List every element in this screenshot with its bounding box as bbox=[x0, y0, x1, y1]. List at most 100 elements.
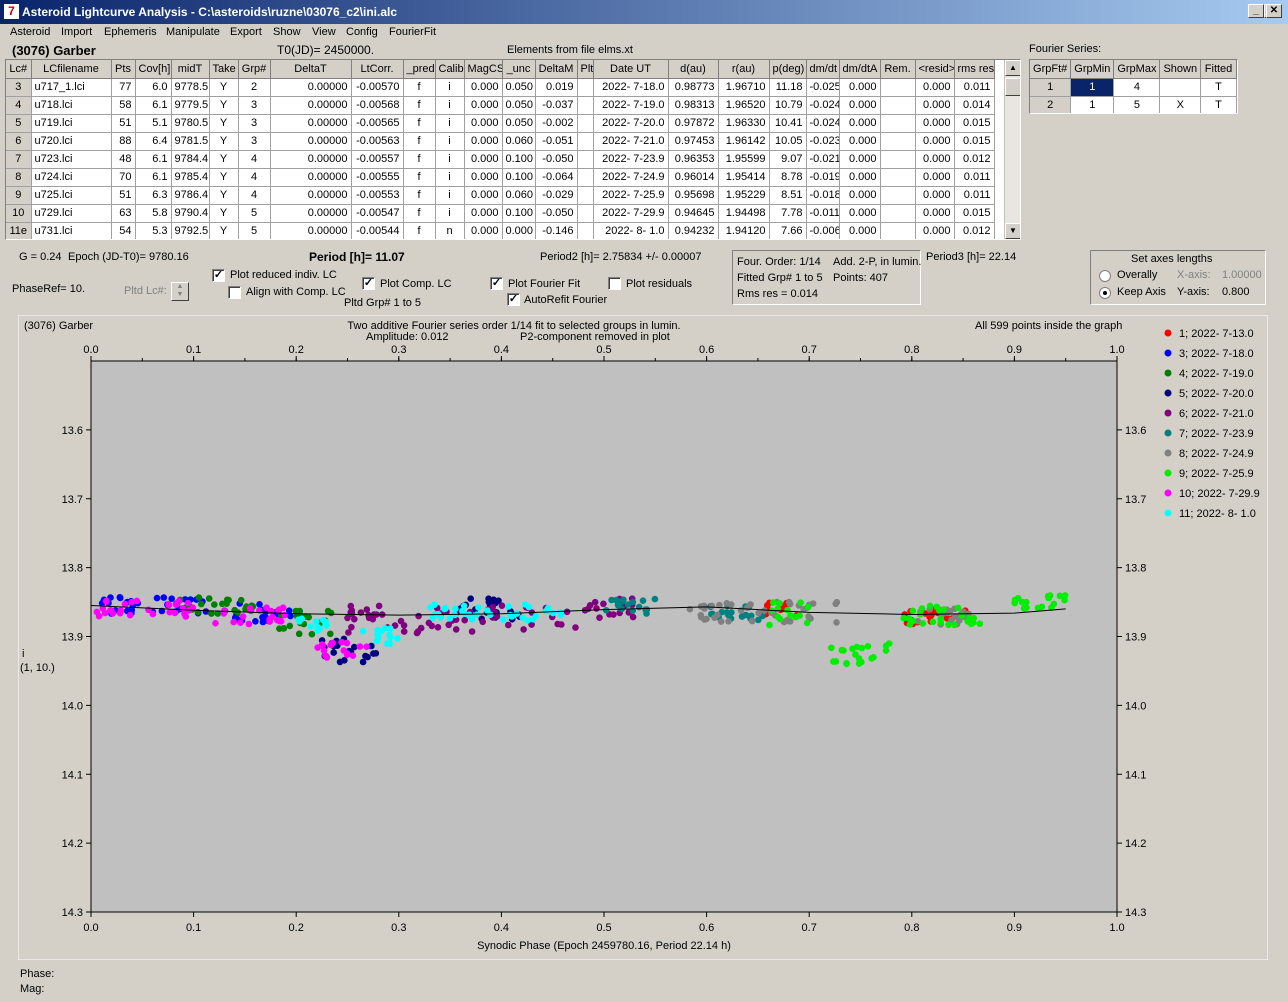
table-cell[interactable]: 3 bbox=[238, 132, 271, 151]
table-cell[interactable] bbox=[577, 168, 594, 187]
column-header[interactable]: _unc bbox=[502, 60, 536, 79]
table-cell[interactable] bbox=[880, 168, 916, 187]
table-cell[interactable]: u729.lci bbox=[31, 204, 112, 223]
menu-fourierfit[interactable]: FourierFit bbox=[389, 26, 436, 38]
table-cell[interactable]: u718.lci bbox=[31, 96, 112, 115]
table-cell[interactable]: 51 bbox=[111, 114, 136, 133]
table-cell[interactable]: 0.000 bbox=[915, 168, 955, 187]
menu-ephemeris[interactable]: Ephemeris bbox=[104, 26, 157, 38]
table-cell[interactable]: -0.00570 bbox=[351, 78, 404, 97]
table-cell[interactable]: 0.00000 bbox=[270, 150, 352, 169]
table-cell[interactable]: 3 bbox=[238, 96, 271, 115]
table-cell[interactable]: 0.060 bbox=[502, 186, 536, 205]
column-header[interactable]: Date UT bbox=[593, 60, 669, 79]
table-row[interactable]: 6 u720.lci 88 6.4 9781.5 Y 3 0.00000 -0.00563 f i 0… bbox=[6, 132, 995, 151]
table-cell[interactable]: -0.011 bbox=[806, 204, 840, 223]
fourier-series-table[interactable]: GrpFt# GrpMin GrpMax Shown Fitted 1 1 4 T 2 1 5 X T bbox=[1029, 59, 1238, 114]
table-cell[interactable]: Y bbox=[209, 186, 239, 205]
table-cell[interactable]: i bbox=[435, 78, 465, 97]
table-cell[interactable]: 9790.4 bbox=[171, 204, 210, 223]
table-cell[interactable] bbox=[577, 204, 594, 223]
table-cell[interactable]: 8.51 bbox=[769, 186, 807, 205]
fourier-cell[interactable]: 1 bbox=[1070, 78, 1115, 97]
fourier-cell[interactable]: 2 bbox=[1030, 96, 1072, 113]
x-axis-value[interactable]: 1.00000 bbox=[1222, 269, 1262, 281]
table-cell[interactable]: Y bbox=[209, 132, 239, 151]
table-cell[interactable]: 5 bbox=[6, 114, 32, 133]
table-cell[interactable]: 2022- 7-25.9 bbox=[593, 186, 669, 205]
table-row[interactable]: 11e u731.lci 54 5.3 9792.5 Y 5 0.00000 -0.00544 f… bbox=[6, 222, 995, 239]
table-cell[interactable]: 0.015 bbox=[954, 132, 995, 151]
table-cell[interactable] bbox=[880, 204, 916, 223]
column-header[interactable]: LtCorr. bbox=[351, 60, 404, 79]
fourier-cell[interactable]: 5 bbox=[1113, 96, 1161, 113]
table-cell[interactable]: 3 bbox=[6, 78, 32, 97]
table-cell[interactable]: 4 bbox=[238, 168, 271, 187]
table-cell[interactable]: 9786.4 bbox=[171, 186, 210, 205]
table-cell[interactable]: 8 bbox=[6, 168, 32, 187]
column-header[interactable]: LCfilename bbox=[31, 60, 112, 79]
scroll-down-button[interactable]: ▼ bbox=[1005, 223, 1020, 239]
table-cell[interactable]: 0.000 bbox=[839, 222, 881, 239]
table-cell[interactable]: 0.000 bbox=[839, 204, 881, 223]
table-cell[interactable]: u731.lci bbox=[31, 222, 112, 239]
table-row[interactable]: 3 u717_1.lci 77 6.0 9778.5 Y 2 0.00000 -0.00570 f… bbox=[6, 78, 995, 97]
table-cell[interactable]: 9778.5 bbox=[171, 78, 210, 97]
table-row[interactable]: 5 u719.lci 51 5.1 9780.5 Y 3 0.00000 -0.00565 f i 0… bbox=[6, 114, 995, 133]
menu-manipulate[interactable]: Manipulate bbox=[166, 26, 220, 38]
menu-asteroid[interactable]: Asteroid bbox=[10, 26, 50, 38]
table-cell[interactable]: 0.000 bbox=[915, 132, 955, 151]
column-header[interactable]: p(deg) bbox=[769, 60, 807, 79]
column-header[interactable]: Take bbox=[209, 60, 239, 79]
table-cell[interactable]: 0.000 bbox=[915, 114, 955, 133]
table-cell[interactable]: 0.00000 bbox=[270, 204, 352, 223]
table-cell[interactable]: 7.66 bbox=[769, 222, 807, 239]
table-cell[interactable]: 1.95414 bbox=[718, 168, 770, 187]
table-row[interactable]: 8 u724.lci 70 6.1 9785.4 Y 4 0.00000 -0.00555 f i 0… bbox=[6, 168, 995, 187]
table-cell[interactable]: 0.00000 bbox=[270, 78, 352, 97]
table-cell[interactable]: -0.064 bbox=[535, 168, 578, 187]
table-cell[interactable]: n bbox=[435, 222, 465, 239]
table-cell[interactable]: f bbox=[403, 114, 436, 133]
table-cell[interactable]: 0.00000 bbox=[270, 168, 352, 187]
table-cell[interactable] bbox=[577, 96, 594, 115]
table-cell[interactable]: 9 bbox=[6, 186, 32, 205]
table-cell[interactable]: 1.96710 bbox=[718, 78, 770, 97]
table-cell[interactable]: -0.018 bbox=[806, 186, 840, 205]
table-cell[interactable]: 0.100 bbox=[502, 204, 536, 223]
table-cell[interactable]: 10 bbox=[6, 204, 32, 223]
fourier-column-header[interactable]: GrpFt# bbox=[1030, 60, 1072, 79]
table-cell[interactable]: -0.019 bbox=[806, 168, 840, 187]
fourier-cell[interactable] bbox=[1159, 78, 1202, 97]
table-cell[interactable]: 0.000 bbox=[915, 186, 955, 205]
table-cell[interactable]: 0.000 bbox=[915, 78, 955, 97]
table-cell[interactable]: 6.0 bbox=[135, 78, 172, 97]
fourier-cell[interactable]: T bbox=[1200, 96, 1237, 113]
minimize-button[interactable]: _ bbox=[1248, 4, 1264, 18]
table-cell[interactable]: 0.050 bbox=[502, 114, 536, 133]
table-cell[interactable]: 0.000 bbox=[839, 168, 881, 187]
table-cell[interactable]: 11e bbox=[6, 222, 32, 239]
table-cell[interactable]: 9781.5 bbox=[171, 132, 210, 151]
table-cell[interactable] bbox=[577, 150, 594, 169]
table-cell[interactable]: 0.94232 bbox=[668, 222, 719, 239]
table-cell[interactable]: 0.00000 bbox=[270, 222, 352, 239]
table-cell[interactable]: 0.98313 bbox=[668, 96, 719, 115]
column-header[interactable]: Calib. bbox=[435, 60, 465, 79]
table-cell[interactable]: 1.94120 bbox=[718, 222, 770, 239]
table-cell[interactable]: 6.1 bbox=[135, 168, 172, 187]
table-cell[interactable]: 9785.4 bbox=[171, 168, 210, 187]
table-cell[interactable]: 1.94498 bbox=[718, 204, 770, 223]
fourier-column-header[interactable]: GrpMax bbox=[1113, 60, 1161, 79]
table-cell[interactable]: 5 bbox=[238, 222, 271, 239]
table-cell[interactable]: 0.00000 bbox=[270, 132, 352, 151]
table-cell[interactable]: f bbox=[403, 222, 436, 239]
table-cell[interactable]: 0.000 bbox=[464, 204, 503, 223]
table-cell[interactable]: 0.000 bbox=[839, 78, 881, 97]
table-cell[interactable]: -0.002 bbox=[535, 114, 578, 133]
table-cell[interactable]: Y bbox=[209, 96, 239, 115]
table-cell[interactable]: 9.07 bbox=[769, 150, 807, 169]
table-cell[interactable]: 0.050 bbox=[502, 78, 536, 97]
table-cell[interactable]: 1.96142 bbox=[718, 132, 770, 151]
plot-fourier-checkbox[interactable]: ✓ bbox=[490, 277, 503, 290]
